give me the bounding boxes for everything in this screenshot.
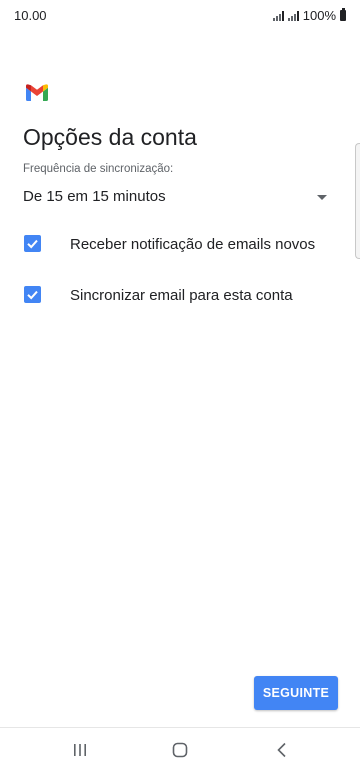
checkbox-checked-icon[interactable] <box>24 286 41 303</box>
sync-frequency-value: De 15 em 15 minutos <box>23 188 166 205</box>
sync-frequency-label: Frequência de sincronização: <box>23 163 174 175</box>
battery-percentage: 100% <box>302 8 336 23</box>
page-title: Opções da conta <box>23 124 197 150</box>
dropdown-arrow-icon <box>317 195 327 200</box>
checkbox-checked-icon[interactable] <box>24 235 41 252</box>
signal-icon <box>272 10 284 21</box>
sync-frequency-dropdown[interactable]: De 15 em 15 minutos <box>23 182 335 212</box>
status-time: 10.00 <box>14 8 47 23</box>
battery-icon <box>340 8 346 21</box>
home-icon[interactable] <box>170 740 190 760</box>
next-button[interactable]: SEGUINTE <box>254 676 338 710</box>
notify-new-emails-option[interactable]: Receber notificação de emails novos <box>23 230 343 258</box>
back-icon[interactable] <box>272 740 292 760</box>
notify-new-emails-label: Receber notificação de emails novos <box>70 236 316 253</box>
gmail-logo-icon <box>26 84 48 101</box>
status-icons: 100% <box>272 8 346 23</box>
signal-icon-2 <box>287 10 299 21</box>
edge-panel-handle[interactable] <box>355 143 360 259</box>
sync-email-option[interactable]: Sincronizar email para esta conta <box>23 281 343 309</box>
sync-email-label: Sincronizar email para esta conta <box>70 287 293 304</box>
navigation-bar <box>0 728 360 772</box>
recent-apps-icon[interactable] <box>70 740 90 760</box>
status-bar: 10.00 100% <box>0 0 360 32</box>
